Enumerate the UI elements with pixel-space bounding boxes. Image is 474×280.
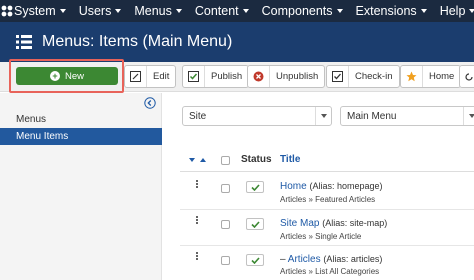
menu-item-title-link[interactable]: Articles [288, 254, 321, 265]
menu-select-value: Main Menu [347, 110, 397, 122]
collapse-sidebar-icon[interactable] [144, 97, 156, 109]
caret-down-icon [115, 9, 122, 13]
caret-down-icon [242, 9, 249, 13]
joomla-icon[interactable] [0, 0, 14, 22]
publish-button[interactable]: Publish [182, 65, 250, 88]
menu-item-title-link[interactable]: Site Map [280, 218, 319, 229]
menu-label: Content [194, 4, 239, 18]
menu-components[interactable]: Components [262, 4, 343, 18]
star-icon [401, 66, 423, 87]
menu-help[interactable]: Help [440, 4, 474, 18]
checkbox-icon [327, 66, 349, 87]
top-navbar: System Users Menus Content Components Ex… [0, 0, 474, 22]
page-header: Menus: Items (Main Menu) [0, 22, 474, 62]
publish-button-label: Publish [211, 71, 243, 82]
caret-down-icon [175, 9, 182, 13]
menu-item-title-link[interactable]: Home [280, 181, 307, 192]
caret-down-icon [59, 9, 66, 13]
menu-users[interactable]: Users [79, 4, 122, 18]
sidebar-item-menu-items[interactable]: Menu Items [0, 128, 162, 145]
drag-handle-icon[interactable] [196, 252, 200, 262]
status-column-header[interactable]: Status [241, 154, 272, 165]
sidebar-item-menus[interactable]: Menus [0, 111, 162, 128]
caret-down-icon [469, 9, 474, 13]
sidebar-item-label: Menu Items [16, 131, 69, 142]
table-row: Site Map (Alias: site-map) Articles » Si… [180, 210, 474, 246]
menu-extensions[interactable]: Extensions [356, 4, 427, 18]
row-checkbox[interactable] [221, 184, 230, 193]
sidebar: Menus Menu Items [0, 93, 162, 280]
caret-down-icon [420, 9, 427, 13]
refresh-icon [460, 66, 474, 87]
drag-handle-icon[interactable] [196, 180, 200, 190]
dropdown-arrow-icon [315, 107, 331, 125]
edit-button-label: Edit [153, 71, 170, 82]
menu-select[interactable]: Main Menu [340, 106, 474, 126]
more-button[interactable] [459, 65, 474, 88]
menu-item-alias: (Alias: homepage) [309, 181, 383, 191]
table-row: – Articles (Alias: articles) Articles » … [180, 246, 474, 280]
list-icon [16, 35, 32, 49]
unpublish-icon [248, 66, 270, 87]
dropdown-arrow-icon [463, 107, 474, 125]
home-button-label: Home [429, 71, 455, 82]
menu-label: Extensions [355, 4, 417, 18]
menu-item-type: Articles » Single Article [280, 232, 362, 241]
main-menu: System Users Menus Content Components Ex… [14, 0, 474, 22]
edit-icon [125, 66, 147, 87]
edit-button[interactable]: Edit [124, 65, 177, 88]
check-in-button-label: Check-in [355, 71, 393, 82]
caret-down-icon [336, 9, 343, 13]
published-status-icon[interactable] [246, 181, 264, 193]
row-checkbox[interactable] [221, 256, 230, 265]
drag-handle-icon[interactable] [196, 216, 200, 226]
published-status-icon[interactable] [246, 218, 264, 230]
menu-content[interactable]: Content [195, 4, 249, 18]
menu-item-alias: (Alias: articles) [323, 254, 383, 264]
menu-label: Users [78, 4, 112, 18]
page-title: Menus: Items (Main Menu) [42, 33, 233, 50]
select-all-checkbox[interactable] [221, 156, 230, 165]
title-column-header[interactable]: Title [280, 154, 300, 165]
table-header: Status Title [180, 150, 474, 172]
unpublish-button[interactable]: Unpublish [247, 65, 326, 88]
row-checkbox[interactable] [221, 220, 230, 229]
sidebar-item-label: Menus [16, 114, 47, 125]
unpublish-button-label: Unpublish [276, 71, 319, 82]
menu-label: Help [439, 4, 466, 18]
published-status-icon[interactable] [246, 254, 264, 266]
menu-label: System [14, 4, 56, 18]
new-button-highlight [9, 59, 124, 93]
menu-item-alias: (Alias: site-map) [322, 218, 388, 228]
table-row: Home (Alias: homepage) Articles » Featur… [180, 174, 474, 210]
menu-label: Components [261, 4, 333, 18]
menu-label: Menus [134, 4, 172, 18]
menu-item-type: Articles » List All Categories [280, 267, 380, 276]
client-select[interactable]: Site [182, 106, 332, 126]
client-select-value: Site [189, 110, 207, 122]
check-icon [183, 66, 205, 87]
check-in-button[interactable]: Check-in [326, 65, 400, 88]
menu-item-type: Articles » Featured Articles [280, 195, 376, 204]
home-button[interactable]: Home [400, 65, 462, 88]
level-indicator: – [280, 254, 286, 265]
menu-system[interactable]: System [14, 4, 66, 18]
menu-menus[interactable]: Menus [134, 4, 182, 18]
sort-ordering-icon[interactable] [188, 156, 208, 164]
